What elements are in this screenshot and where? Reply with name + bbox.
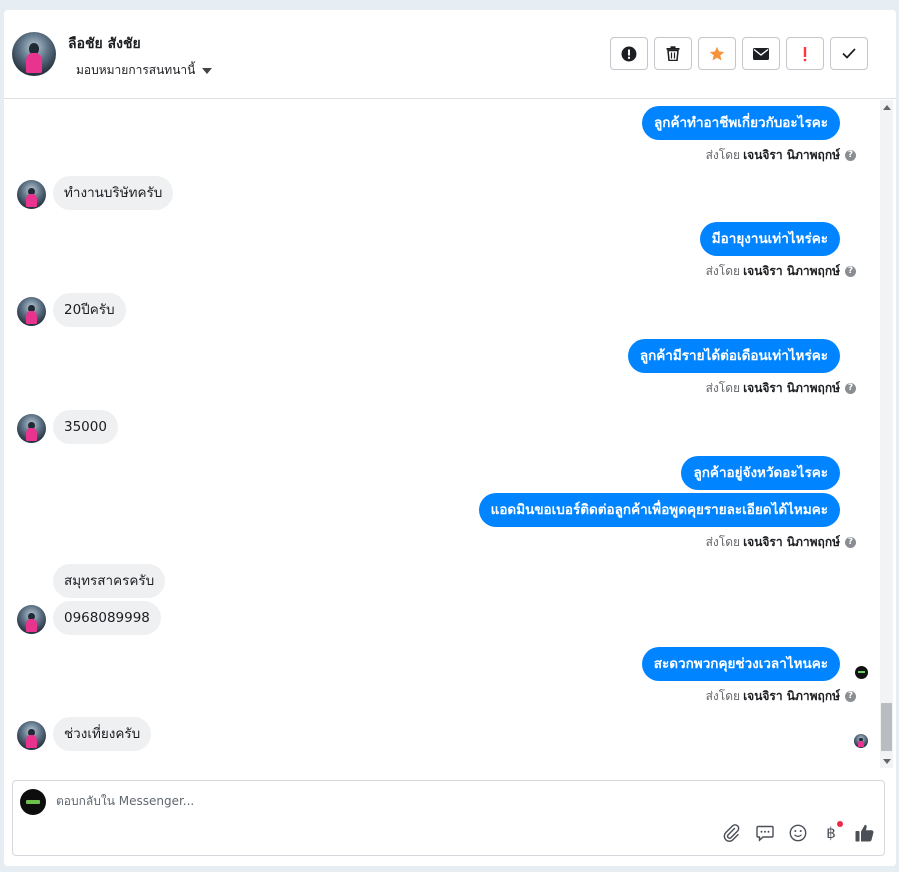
- sent-by-prefix: ส่งโดย: [705, 689, 741, 703]
- assign-conversation-dropdown[interactable]: มอบหมายการสนทนานี้: [76, 61, 213, 80]
- message-incoming[interactable]: 20ปีครับ: [53, 293, 126, 327]
- chat-bubble-icon: [756, 825, 774, 842]
- sent-by-agent: เจนจิรา นิภาพฤกษ์: [743, 264, 840, 278]
- reply-input[interactable]: [56, 794, 656, 808]
- alert-circle-icon: [621, 46, 637, 61]
- sent-by-agent: เจนจิรา นิภาพฤกษ์: [743, 381, 840, 395]
- scroll-thumb[interactable]: [881, 703, 892, 751]
- message-outgoing[interactable]: มีอายุงานเท่าไหร่คะ: [699, 222, 840, 256]
- message-incoming[interactable]: ช่วงเที่ยงครับ: [53, 717, 152, 751]
- exclamation-icon: [803, 46, 807, 61]
- emoji-button[interactable]: [788, 823, 808, 843]
- conversation-header: ลือชัย สังชัย มอบหมายการสนทนานี้: [4, 10, 896, 99]
- message-incoming[interactable]: 35000: [53, 410, 118, 444]
- page-avatar: [20, 789, 46, 815]
- thumbs-up-icon: [855, 825, 873, 842]
- follow-up-button[interactable]: [786, 37, 824, 70]
- customer-avatar-small: [17, 297, 46, 326]
- sent-by-prefix: ส่งโดย: [705, 535, 741, 549]
- smiley-icon: [789, 824, 807, 842]
- star-button[interactable]: [698, 37, 736, 70]
- message-outgoing[interactable]: ลูกค้ามีรายได้ต่อเดือนเท่าไหร่คะ: [627, 339, 840, 373]
- payment-button[interactable]: ฿: [821, 821, 843, 843]
- star-icon: [709, 46, 725, 60]
- seen-indicator-icon: [855, 666, 868, 679]
- sent-by-label: ส่งโดย เจนจิรา นิภาพฤกษ์ ?: [706, 379, 856, 398]
- sent-by-label: ส่งโดย เจนจิรา นิภาพฤกษ์ ?: [706, 146, 856, 165]
- sent-by-label: ส่งโดย เจนจิรา นิภาพฤกษ์ ?: [706, 262, 856, 281]
- sent-by-prefix: ส่งโดย: [705, 148, 741, 162]
- sent-by-prefix: ส่งโดย: [705, 381, 741, 395]
- customer-avatar-small: [17, 414, 46, 443]
- paperclip-icon: [723, 824, 740, 842]
- message-outgoing[interactable]: ลูกค้าอยู่จังหวัดอะไรคะ: [681, 456, 840, 490]
- message-incoming[interactable]: 0968089998: [53, 601, 161, 635]
- help-icon[interactable]: ?: [845, 266, 856, 277]
- customer-avatar-small: [17, 721, 46, 750]
- message-outgoing[interactable]: แอดมินขอเบอร์ติดต่อลูกค้าเพื่อพูดคุยรายล…: [478, 493, 840, 527]
- sent-by-label: ส่งโดย เจนจิรา นิภาพฤกษ์ ?: [706, 687, 856, 706]
- mark-spam-button[interactable]: [610, 37, 648, 70]
- sent-by-prefix: ส่งโดย: [705, 264, 741, 278]
- sent-by-agent: เจนจิรา นิภาพฤกษ์: [743, 535, 840, 549]
- chevron-down-icon: [202, 67, 213, 74]
- attach-button[interactable]: [722, 823, 742, 843]
- sent-by-agent: เจนจิรา นิภาพฤกษ์: [743, 689, 840, 703]
- checkmark-icon: [842, 48, 856, 59]
- read-receipt-avatar: [854, 734, 868, 748]
- saved-replies-button[interactable]: [755, 823, 775, 843]
- message-outgoing[interactable]: ลูกค้าทำอาชีพเกี่ยวกับอะไรคะ: [642, 106, 840, 140]
- message-list[interactable]: ลูกค้าทำอาชีพเกี่ยวกับอะไรคะ ส่งโดย เจนจ…: [4, 100, 880, 768]
- help-icon[interactable]: ?: [845, 383, 856, 394]
- composer-toolbar: ฿: [722, 821, 874, 843]
- sent-by-label: ส่งโดย เจนจิรา นิภาพฤกษ์ ?: [706, 533, 856, 552]
- assign-label: มอบหมายการสนทนานี้: [76, 63, 196, 77]
- message-incoming[interactable]: สมุทรสาครครับ: [53, 564, 166, 598]
- scroll-up-arrow-icon[interactable]: [883, 105, 891, 110]
- envelope-icon: [753, 47, 769, 60]
- sent-by-agent: เจนจิรา นิภาพฤกษ์: [743, 148, 840, 162]
- message-incoming[interactable]: ทำงานบริษัทครับ: [53, 176, 174, 210]
- conversation-panel: ลือชัย สังชัย มอบหมายการสนทนานี้ ลูกค้าท…: [4, 10, 896, 866]
- delete-button[interactable]: [654, 37, 692, 70]
- customer-avatar-small: [17, 180, 46, 209]
- like-button[interactable]: [854, 823, 874, 843]
- mark-unread-button[interactable]: [742, 37, 780, 70]
- help-icon[interactable]: ?: [845, 537, 856, 548]
- reply-composer: ฿: [12, 780, 885, 856]
- baht-icon: ฿: [826, 824, 836, 842]
- message-outgoing[interactable]: สะดวกพวกคุยช่วงเวลาไหนคะ: [641, 647, 840, 681]
- customer-avatar[interactable]: [12, 32, 56, 76]
- scroll-down-arrow-icon[interactable]: [883, 759, 891, 764]
- notification-dot: [837, 821, 843, 827]
- mark-done-button[interactable]: [830, 37, 868, 70]
- message-scrollbar[interactable]: [880, 100, 893, 768]
- conversation-toolbar: [610, 37, 868, 70]
- trash-icon: [666, 46, 680, 61]
- customer-avatar-small: [17, 605, 46, 634]
- help-icon[interactable]: ?: [845, 691, 856, 702]
- customer-name[interactable]: ลือชัย สังชัย: [68, 33, 141, 55]
- help-icon[interactable]: ?: [845, 150, 856, 161]
